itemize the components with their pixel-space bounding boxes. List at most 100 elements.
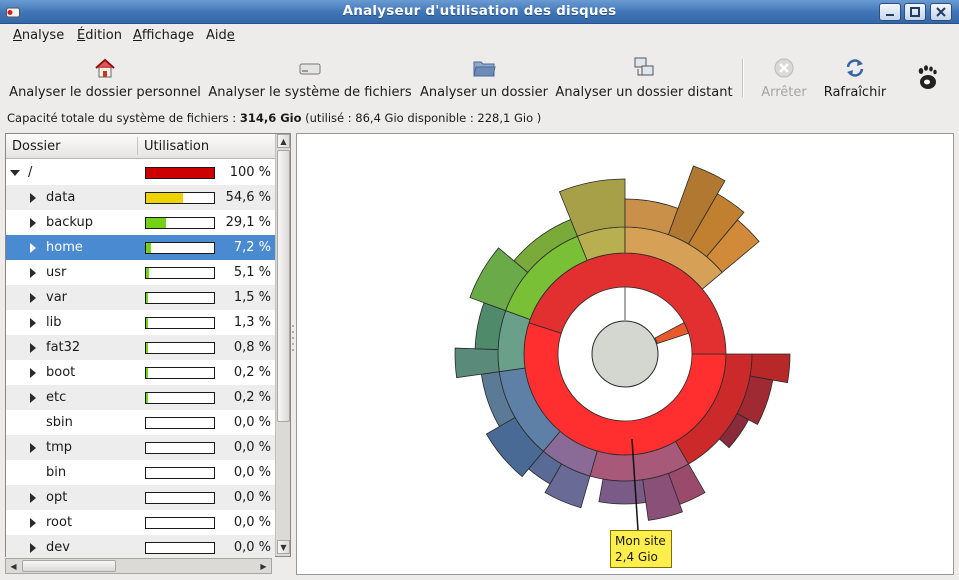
usage-bar <box>145 517 215 529</box>
segment-tooltip: Mon site 2,4 Gio <box>610 530 672 568</box>
pane-splitter-handle[interactable] <box>291 320 295 360</box>
scroll-left-arrow-icon[interactable]: ◀ <box>6 559 21 573</box>
usage-percent: 1,3 % <box>233 315 271 330</box>
menu-affichage[interactable]: Affichage <box>133 28 194 43</box>
folder-name: lib <box>46 315 62 330</box>
vertical-scrollbar[interactable]: ▲ ▼ <box>275 134 290 556</box>
scroll-right-arrow-icon[interactable]: ▶ <box>256 559 271 573</box>
scan-remote-button[interactable]: Analyser un dossier distant <box>554 54 734 100</box>
ring-segment[interactable] <box>654 322 690 344</box>
tree-row-sbin[interactable]: sbin 0,0 % <box>6 410 275 435</box>
refresh-icon <box>846 59 864 77</box>
tree-row-dev[interactable]: dev 0,0 % <box>6 535 275 560</box>
horizontal-scroll-thumb[interactable] <box>22 560 116 572</box>
usage-percent: 0,2 % <box>233 365 271 380</box>
expander-closed-icon[interactable] <box>30 493 36 503</box>
folder-name: data <box>46 190 76 205</box>
expander-closed-icon[interactable] <box>30 193 36 203</box>
usage-percent: 7,2 % <box>233 240 271 255</box>
expander-closed-icon[interactable] <box>30 218 36 228</box>
network-folder-icon <box>634 57 654 76</box>
expander-closed-icon[interactable] <box>30 393 36 403</box>
usage-percent: 0,0 % <box>233 490 271 505</box>
usage-bar <box>145 442 215 454</box>
usage-percent: 1,5 % <box>233 290 271 305</box>
column-header-folder[interactable]: Dossier <box>12 139 60 154</box>
expander-closed-icon[interactable] <box>30 293 36 303</box>
tooltip-name: Mon site <box>615 534 666 548</box>
tree-row-root[interactable]: root 0,0 % <box>6 510 275 535</box>
ring-chart-view[interactable]: Mon site 2,4 Gio <box>296 133 954 575</box>
usage-bar <box>145 242 215 254</box>
maximize-button[interactable] <box>904 3 926 21</box>
horizontal-scrollbar[interactable]: ◀ ▶ <box>5 558 272 574</box>
tree-row-etc[interactable]: etc 0,2 % <box>6 385 275 410</box>
usage-bar <box>145 542 215 554</box>
tree-row-opt[interactable]: opt 0,0 % <box>6 485 275 510</box>
usage-bar <box>145 367 215 379</box>
tree-row-tmp[interactable]: tmp 0,0 % <box>6 435 275 460</box>
toolbar-separator <box>742 59 744 97</box>
folder-open-icon <box>473 61 496 77</box>
scan-home-button[interactable]: Analyser le dossier personnel <box>8 54 202 100</box>
folder-name: / <box>28 165 33 180</box>
menu-edition[interactable]: Édition <box>77 28 122 43</box>
stop-icon <box>774 58 794 78</box>
maximize-icon <box>910 7 920 17</box>
tree-row-var[interactable]: var 1,5 % <box>6 285 275 310</box>
tree-row-lib[interactable]: lib 1,3 % <box>6 310 275 335</box>
usage-bar <box>145 467 215 479</box>
scan-folder-button[interactable]: Analyser un dossier <box>418 54 550 100</box>
ring-center[interactable] <box>591 320 659 388</box>
tree-row-backup[interactable]: backup 29,1 % <box>6 210 275 235</box>
scan-filesystem-button[interactable]: Analyser le système de fichiers <box>208 54 412 100</box>
vertical-scroll-thumb[interactable] <box>277 150 290 422</box>
gnome-foot-icon <box>918 65 937 89</box>
tooltip-size: 2,4 Gio <box>615 550 658 564</box>
expander-closed-icon[interactable] <box>30 368 36 378</box>
usage-percent: 0,8 % <box>233 340 271 355</box>
usage-percent: 0,0 % <box>233 415 271 430</box>
tree-row-fat32[interactable]: fat32 0,8 % <box>6 335 275 360</box>
folder-name: root <box>46 515 73 530</box>
column-header-usage[interactable]: Utilisation <box>144 139 209 154</box>
usage-bar <box>145 342 215 354</box>
expander-closed-icon[interactable] <box>30 343 36 353</box>
ring-segment[interactable] <box>598 478 647 505</box>
expander-closed-icon[interactable] <box>30 443 36 453</box>
close-button[interactable] <box>930 3 952 21</box>
tree-row-root[interactable]: / 100 % <box>6 160 275 185</box>
stop-button[interactable]: Arrêter <box>756 54 812 100</box>
scroll-down-arrow-icon[interactable]: ▼ <box>277 540 290 554</box>
expander-closed-icon[interactable] <box>30 318 36 328</box>
close-icon <box>936 7 946 17</box>
expander-closed-icon[interactable] <box>30 543 36 553</box>
folder-name: home <box>46 240 83 255</box>
tree-row-home[interactable]: home 7,2 % <box>6 235 275 260</box>
scroll-up-arrow-icon[interactable]: ▲ <box>277 134 290 148</box>
usage-bar <box>145 192 215 204</box>
ring-chart[interactable] <box>297 134 953 574</box>
usage-bar <box>145 317 215 329</box>
folder-name: usr <box>46 265 67 280</box>
refresh-button[interactable]: Rafraîchir <box>822 54 888 100</box>
window-title: Analyseur d'utilisation des disques <box>342 3 617 19</box>
home-icon <box>95 58 115 78</box>
tree-row-usr[interactable]: usr 5,1 % <box>6 260 275 285</box>
usage-percent: 54,6 % <box>225 190 271 205</box>
expander-closed-icon[interactable] <box>30 268 36 278</box>
menu-bar: Analyse Édition Affichage Aide <box>0 24 959 48</box>
folder-tree: Dossier Utilisation / 100 % data 54,6 % back… <box>5 133 291 560</box>
menu-aide[interactable]: Aide <box>206 28 235 43</box>
expander-closed-icon[interactable] <box>30 518 36 528</box>
tree-row-data[interactable]: data 54,6 % <box>6 185 275 210</box>
expander-open-icon[interactable] <box>10 170 20 176</box>
usage-percent: 0,2 % <box>233 390 271 405</box>
folder-name: opt <box>46 490 68 505</box>
expander-closed-icon[interactable] <box>30 243 36 253</box>
menu-analyse[interactable]: Analyse <box>13 28 64 43</box>
minimize-button[interactable] <box>879 3 901 21</box>
folder-name: sbin <box>46 415 73 430</box>
tree-row-bin[interactable]: bin 0,0 % <box>6 460 275 485</box>
tree-row-boot[interactable]: boot 0,2 % <box>6 360 275 385</box>
